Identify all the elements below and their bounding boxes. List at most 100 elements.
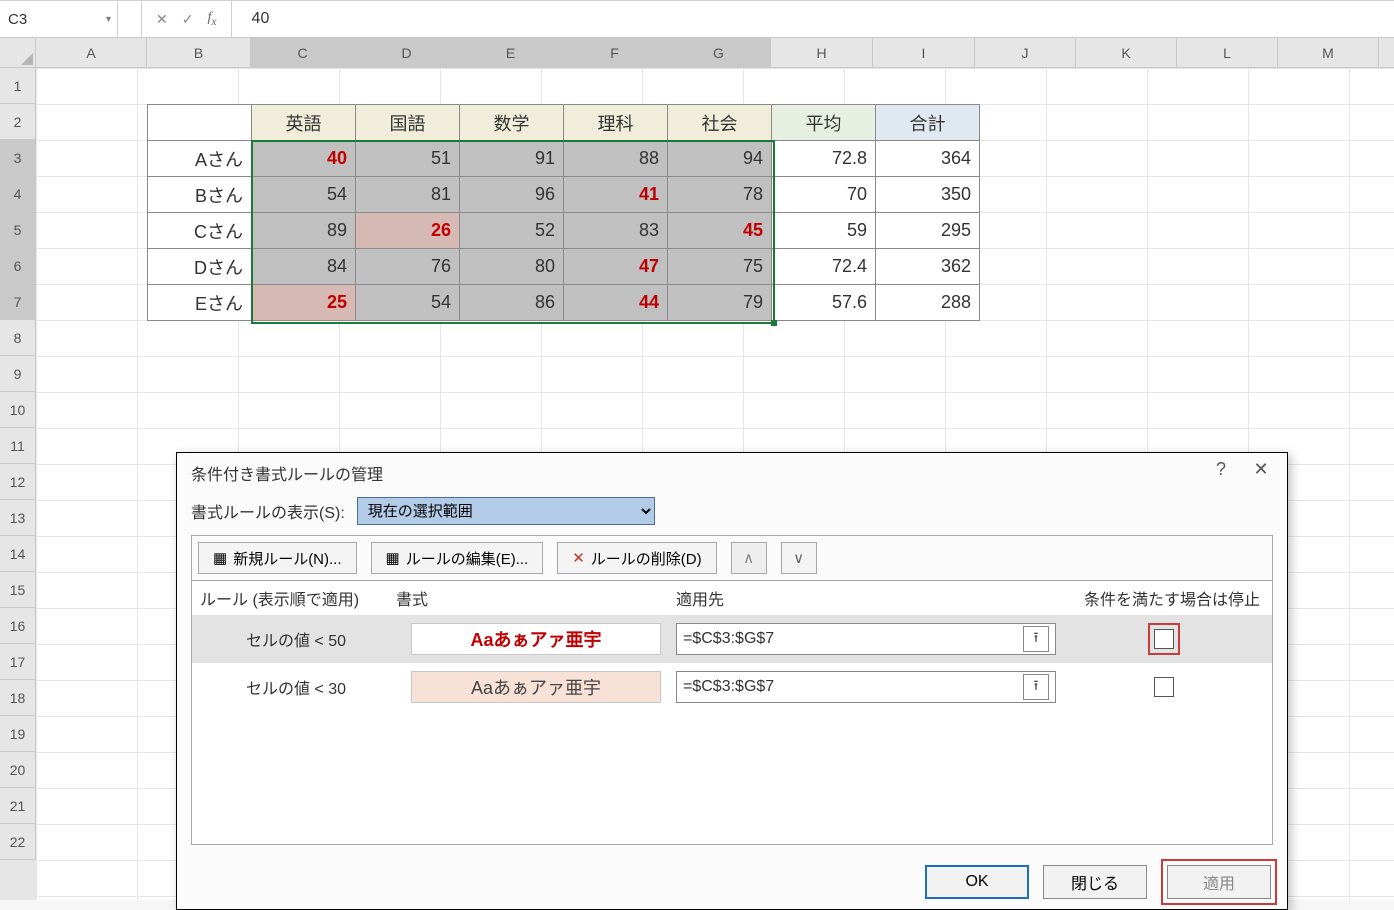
score-cell[interactable]: 44 (564, 285, 668, 321)
fx-icon[interactable]: fx (207, 10, 216, 28)
score-cell[interactable]: 40 (252, 141, 356, 177)
row-header-16[interactable]: 16 (0, 608, 36, 644)
col-header-D[interactable]: D (355, 38, 459, 67)
sum-cell[interactable]: 350 (876, 177, 980, 213)
col-header-F[interactable]: F (563, 38, 667, 67)
avg-cell[interactable]: 72.4 (772, 249, 876, 285)
score-cell[interactable]: 41 (564, 177, 668, 213)
move-up-button[interactable]: ∧ (731, 542, 767, 574)
row-header-5[interactable]: 5 (0, 212, 36, 248)
avg-cell[interactable]: 59 (772, 213, 876, 249)
show-rules-select[interactable]: 現在の選択範囲 (357, 497, 655, 525)
score-cell[interactable]: 52 (460, 213, 564, 249)
score-cell[interactable]: 78 (668, 177, 772, 213)
score-cell[interactable]: 25 (252, 285, 356, 321)
stop-if-true-checkbox[interactable] (1154, 677, 1174, 697)
stop-if-true-checkbox[interactable] (1154, 629, 1174, 649)
col-header-A[interactable]: A (36, 38, 147, 67)
score-cell[interactable]: 47 (564, 249, 668, 285)
col-header-G[interactable]: G (667, 38, 771, 67)
apply-button[interactable]: 適用 (1167, 865, 1271, 899)
score-cell[interactable]: 96 (460, 177, 564, 213)
sum-cell[interactable]: 364 (876, 141, 980, 177)
new-rule-button[interactable]: ▦ 新規ルール(N)... (198, 542, 357, 574)
applies-to-input[interactable]: =$C$3:$G$7⭱ (676, 671, 1056, 703)
avg-cell[interactable]: 72.8 (772, 141, 876, 177)
row-header-17[interactable]: 17 (0, 644, 36, 680)
col-header-H[interactable]: H (771, 38, 873, 67)
col-header-K[interactable]: K (1076, 38, 1177, 67)
row-header-4[interactable]: 4 (0, 176, 36, 212)
applies-to-input[interactable]: =$C$3:$G$7⭱ (676, 623, 1056, 655)
close-button[interactable]: 閉じる (1043, 865, 1147, 899)
score-cell[interactable]: 54 (252, 177, 356, 213)
row-header-20[interactable]: 20 (0, 752, 36, 788)
name-box[interactable]: C3 ▾ (0, 1, 118, 37)
score-cell[interactable]: 84 (252, 249, 356, 285)
score-cell[interactable]: 76 (356, 249, 460, 285)
range-picker-icon[interactable]: ⭱ (1023, 674, 1049, 700)
sum-header: 合計 (876, 105, 980, 141)
row-header-2[interactable]: 2 (0, 104, 36, 140)
edit-rule-button[interactable]: ▦ ルールの編集(E)... (371, 542, 544, 574)
range-picker-icon[interactable]: ⭱ (1023, 626, 1049, 652)
sum-cell[interactable]: 288 (876, 285, 980, 321)
avg-cell[interactable]: 57.6 (772, 285, 876, 321)
row-header-9[interactable]: 9 (0, 356, 36, 392)
score-cell[interactable]: 91 (460, 141, 564, 177)
col-header-J[interactable]: J (975, 38, 1076, 67)
score-cell[interactable]: 79 (668, 285, 772, 321)
col-header-L[interactable]: L (1177, 38, 1278, 67)
score-cell[interactable]: 81 (356, 177, 460, 213)
col-header-M[interactable]: M (1278, 38, 1379, 67)
row-header-8[interactable]: 8 (0, 320, 36, 356)
row-header-18[interactable]: 18 (0, 680, 36, 716)
score-cell[interactable]: 86 (460, 285, 564, 321)
help-icon[interactable]: ? (1201, 459, 1241, 487)
cancel-icon[interactable]: ✕ (156, 11, 168, 28)
confirm-icon[interactable]: ✓ (182, 11, 194, 28)
row-header-12[interactable]: 12 (0, 464, 36, 500)
rule-row[interactable]: セルの値 < 30Aaあぁアァ亜宇=$C$3:$G$7⭱ (192, 663, 1272, 711)
col-header-C[interactable]: C (251, 38, 355, 67)
score-cell[interactable]: 83 (564, 213, 668, 249)
rule-row[interactable]: セルの値 < 50Aaあぁアァ亜宇=$C$3:$G$7⭱ (192, 615, 1272, 663)
sum-cell[interactable]: 362 (876, 249, 980, 285)
score-cell[interactable]: 54 (356, 285, 460, 321)
row-header-14[interactable]: 14 (0, 536, 36, 572)
score-cell[interactable]: 80 (460, 249, 564, 285)
sum-cell[interactable]: 295 (876, 213, 980, 249)
row-header-22[interactable]: 22 (0, 824, 36, 860)
row-header-19[interactable]: 19 (0, 716, 36, 752)
row-header-1[interactable]: 1 (0, 68, 36, 104)
col-header-E[interactable]: E (459, 38, 563, 67)
row-header-3[interactable]: 3 (0, 140, 36, 176)
score-cell[interactable]: 75 (668, 249, 772, 285)
row-header-11[interactable]: 11 (0, 428, 36, 464)
row-header-15[interactable]: 15 (0, 572, 36, 608)
row-header-21[interactable]: 21 (0, 788, 36, 824)
move-down-button[interactable]: ∨ (781, 542, 817, 574)
score-cell[interactable]: 94 (668, 141, 772, 177)
col-header-I[interactable]: I (873, 38, 975, 67)
select-all-corner[interactable] (0, 38, 36, 67)
formula-input[interactable]: 40 (232, 1, 1394, 37)
row-header-10[interactable]: 10 (0, 392, 36, 428)
cells-area[interactable]: 英語国語数学理科社会平均合計Aさん405191889472.8364Bさん548… (36, 68, 1394, 900)
score-cell[interactable]: 88 (564, 141, 668, 177)
ok-button[interactable]: OK (925, 865, 1029, 899)
row-header-6[interactable]: 6 (0, 248, 36, 284)
row-header-7[interactable]: 7 (0, 284, 36, 320)
row-header-13[interactable]: 13 (0, 500, 36, 536)
row-label: Cさん (148, 213, 252, 249)
close-icon[interactable]: ✕ (1241, 459, 1281, 487)
score-cell[interactable]: 45 (668, 213, 772, 249)
avg-cell[interactable]: 70 (772, 177, 876, 213)
score-cell[interactable]: 89 (252, 213, 356, 249)
rule-description: セルの値 < 30 (196, 675, 396, 699)
delete-rule-button[interactable]: ✕ ルールの削除(D) (557, 542, 716, 574)
col-header-B[interactable]: B (147, 38, 251, 67)
score-cell[interactable]: 51 (356, 141, 460, 177)
score-cell[interactable]: 26 (356, 213, 460, 249)
dialog-titlebar: 条件付き書式ルールの管理 ? ✕ (177, 453, 1287, 493)
